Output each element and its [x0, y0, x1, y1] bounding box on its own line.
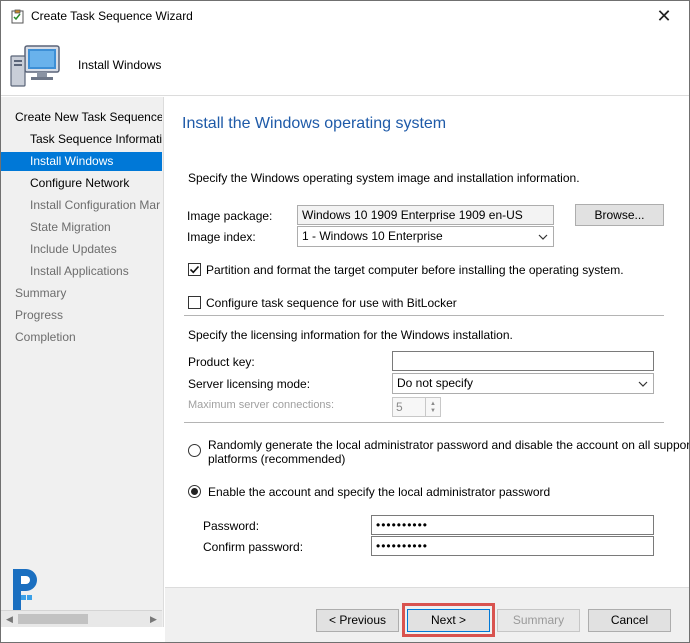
licensing-intro-text: Specify the licensing information for th…: [188, 328, 513, 342]
wizard-footer: < Previous Next > Summary Cancel: [165, 587, 689, 642]
bitlocker-checkbox[interactable]: [188, 296, 201, 309]
spinner-arrows[interactable]: ▲ ▼: [425, 398, 440, 416]
previous-button[interactable]: < Previous: [316, 609, 399, 632]
chevron-down-icon: [537, 227, 549, 246]
intro-text: Specify the Windows operating system ima…: [188, 171, 580, 185]
random-password-label-line2: platforms (recommended): [208, 452, 346, 466]
radio-selected-dot: [191, 488, 198, 495]
max-connections-value: 5: [396, 400, 403, 414]
page-title: Install the Windows operating system: [182, 115, 447, 132]
spin-up-icon[interactable]: ▲: [430, 401, 436, 407]
random-password-radio[interactable]: [188, 444, 201, 457]
wizard-page: Install the Windows operating system Spe…: [165, 97, 689, 587]
nav-item-state-migration: State Migration: [30, 220, 111, 234]
title-bar: Create Task Sequence Wizard ✕: [1, 1, 689, 32]
nav-item-create-new-task-sequence: Create New Task Sequence: [15, 110, 162, 124]
scroll-right-icon[interactable]: ▶: [145, 611, 162, 627]
wizard-window: Create Task Sequence Wizard ✕ Install Wi…: [0, 0, 690, 643]
bitlocker-checkbox-label: Configure task sequence for use with Bit…: [206, 296, 457, 310]
browse-button[interactable]: Browse...: [575, 204, 664, 226]
prajwal-p-logo: [9, 567, 39, 612]
scroll-left-icon[interactable]: ◀: [1, 611, 18, 627]
separator: [184, 422, 664, 423]
next-button-highlight: [402, 603, 495, 637]
image-index-dropdown[interactable]: 1 - Windows 10 Enterprise: [297, 226, 554, 247]
confirm-password-input[interactable]: ••••••••••: [371, 536, 654, 556]
close-icon[interactable]: ✕: [649, 5, 679, 27]
image-index-label: Image index:: [187, 230, 256, 244]
max-connections-spinner[interactable]: 5 ▲ ▼: [392, 397, 441, 417]
password-input[interactable]: ••••••••••: [371, 515, 654, 535]
wizard-step-title: Install Windows: [78, 58, 162, 72]
image-package-field[interactable]: Windows 10 1909 Enterprise 1909 en-US: [297, 205, 554, 225]
partition-checkbox-label: Partition and format the target computer…: [206, 263, 624, 277]
password-label: Password:: [203, 519, 260, 533]
nav-item-completion: Completion: [15, 330, 76, 344]
summary-button: Summary: [497, 609, 580, 632]
computer-monitor-icon: [9, 42, 65, 90]
enable-account-radio[interactable]: [188, 485, 201, 498]
max-connections-label: Maximum server connections:: [188, 399, 335, 411]
server-licensing-value: Do not specify: [397, 376, 474, 390]
partition-checkbox[interactable]: [188, 263, 201, 276]
nav-item-install-windows: Install Windows: [1, 152, 162, 171]
image-package-label: Image package:: [187, 209, 273, 223]
random-password-label-line1: Randomly generate the local administrato…: [208, 438, 690, 452]
spin-down-icon[interactable]: ▼: [430, 408, 436, 414]
scrollbar-thumb[interactable]: [18, 614, 88, 624]
server-licensing-dropdown[interactable]: Do not specify: [392, 373, 654, 394]
nav-item-include-updates: Include Updates: [30, 242, 117, 256]
nav-item-summary: Summary: [15, 286, 67, 300]
enable-account-label: Enable the account and specify the local…: [208, 485, 551, 499]
nav-item-progress: Progress: [15, 308, 64, 322]
server-licensing-label: Server licensing mode:: [188, 377, 311, 391]
wizard-clipboard-icon: [10, 9, 25, 24]
separator: [184, 315, 664, 316]
wizard-header: Install Windows: [1, 32, 689, 96]
product-key-input[interactable]: [392, 351, 654, 371]
window-title: Create Task Sequence Wizard: [31, 9, 193, 23]
random-password-label: Randomly generate the local administrato…: [208, 438, 690, 466]
image-index-value: 1 - Windows 10 Enterprise: [302, 229, 443, 243]
chevron-down-icon: [637, 374, 649, 393]
nav-item-install-applications: Install Applications: [30, 264, 129, 278]
nav-item-task-sequence-information: Task Sequence Informatio: [30, 132, 162, 146]
product-key-label: Product key:: [188, 355, 255, 369]
wizard-navigation: Create New Task Sequence Task Sequence I…: [1, 97, 164, 627]
nav-horizontal-scrollbar[interactable]: ◀ ▶: [1, 610, 162, 627]
cancel-button[interactable]: Cancel: [588, 609, 671, 632]
nav-item-configure-network: Configure Network: [30, 176, 130, 190]
nav-item-install-configuration-manager: Install Configuration Mar: [30, 198, 161, 212]
confirm-password-label: Confirm password:: [203, 540, 304, 554]
